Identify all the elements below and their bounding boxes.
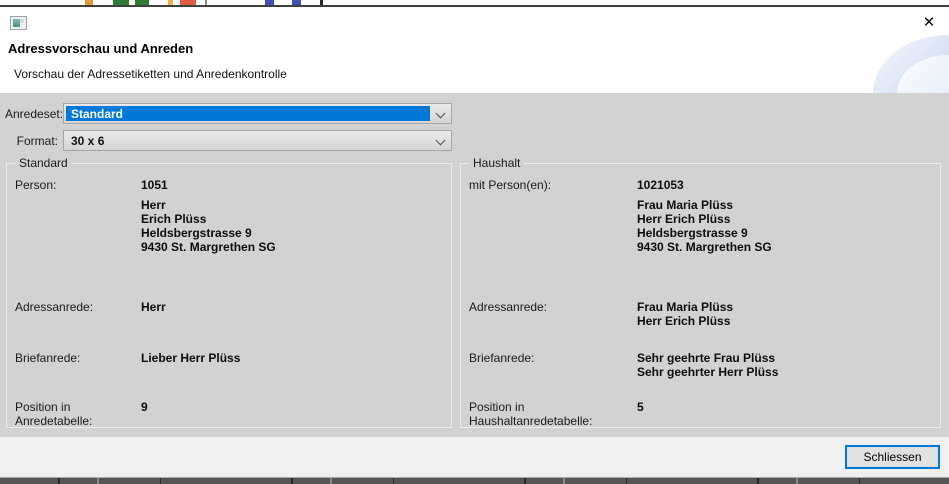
dialog-header: ✕ Adressvorschau und Anreden Vorschau de… [0,7,949,93]
haushalt-briefanrede-block: Briefanrede: Sehr geehrte Frau Plüss Seh… [469,351,932,400]
window-icon [10,16,27,30]
window-icon-pane [20,19,24,23]
haushalt-groupbox-legend: Haushalt [469,157,524,170]
dialog-footer: Schliessen [0,437,949,477]
standard-person-block: Person: 1051 Herr Erich Plüss Heldsbergs… [15,164,443,300]
position-label: Position in Haushaltanredetabelle: [469,400,637,428]
person-id: 1051 [141,178,168,192]
briefanrede-label: Briefanrede: [15,351,141,365]
close-icon[interactable]: ✕ [918,11,940,33]
position-value: 5 [637,400,644,428]
format-label: Format: [5,134,58,148]
adressanrede-value: Frau Maria Plüss Herr Erich Plüss [637,300,733,328]
background-app-top-strip [0,0,949,7]
screen: ✕ Adressvorschau und Anreden Vorschau de… [0,0,949,484]
adressanrede-label: Adressanrede: [469,300,637,328]
adressanrede-label: Adressanrede: [15,300,141,314]
standard-briefanrede-block: Briefanrede: Lieber Herr Plüss [15,351,443,400]
anredeset-label: Anredeset: [5,107,58,121]
anredeset-select[interactable]: Standard [63,103,452,124]
dialog-body: Anredeset: Standard Format: 30 x 6 Stand… [0,93,949,437]
person-label: Person: [15,178,141,192]
adressvorschau-dialog: ✕ Adressvorschau und Anreden Vorschau de… [0,7,949,477]
standard-position-row: Position in Anredetabelle: 9 [15,400,443,428]
anredeset-row: Anredeset: Standard [5,103,949,124]
haushalt-position-row: Position in Haushaltanredetabelle: 5 [469,400,932,428]
page-title: Adressvorschau und Anreden [8,41,193,56]
standard-groupbox-legend: Standard [15,157,72,170]
haushalt-person-block: mit Person(en): 1021053 Frau Maria Plüss… [469,164,932,300]
position-value: 9 [141,400,148,428]
anredeset-selected-value: Standard [66,106,430,121]
briefanrede-label: Briefanrede: [469,351,637,379]
page-subtitle: Vorschau der Adressetiketten und Anreden… [14,67,287,81]
standard-adressanrede-block: Adressanrede: Herr [15,300,443,351]
address-block: Herr Erich Plüss Heldsbergstrasse 9 9430… [141,198,276,254]
format-select[interactable]: 30 x 6 [63,130,452,151]
position-label: Position in Anredetabelle: [15,400,141,428]
person-label: mit Person(en): [469,178,637,192]
briefanrede-value: Sehr geehrte Frau Plüss Sehr geehrter He… [637,351,778,379]
haushalt-groupbox: Haushalt mit Person(en): 1021053 Frau Ma… [460,163,941,428]
chevron-down-icon[interactable] [436,136,446,146]
background-app-bottom-strip [0,477,949,484]
person-id: 1021053 [637,178,684,192]
chevron-down-icon[interactable] [436,109,446,119]
briefanrede-value: Lieber Herr Plüss [141,351,240,365]
standard-groupbox: Standard Person: 1051 Herr Erich Plüss H… [6,163,452,428]
haushalt-adressanrede-block: Adressanrede: Frau Maria Plüss Herr Eric… [469,300,932,351]
address-block: Frau Maria Plüss Herr Erich Plüss Heldsb… [637,198,772,254]
format-row: Format: 30 x 6 [5,130,949,151]
schliessen-button[interactable]: Schliessen [845,445,940,469]
background-statusbar-fragments [0,478,949,484]
window-icon-pane [13,19,20,27]
preview-panels: Standard Person: 1051 Herr Erich Plüss H… [6,163,941,428]
format-selected-value: 30 x 6 [71,131,104,150]
adressanrede-value: Herr [141,300,166,314]
